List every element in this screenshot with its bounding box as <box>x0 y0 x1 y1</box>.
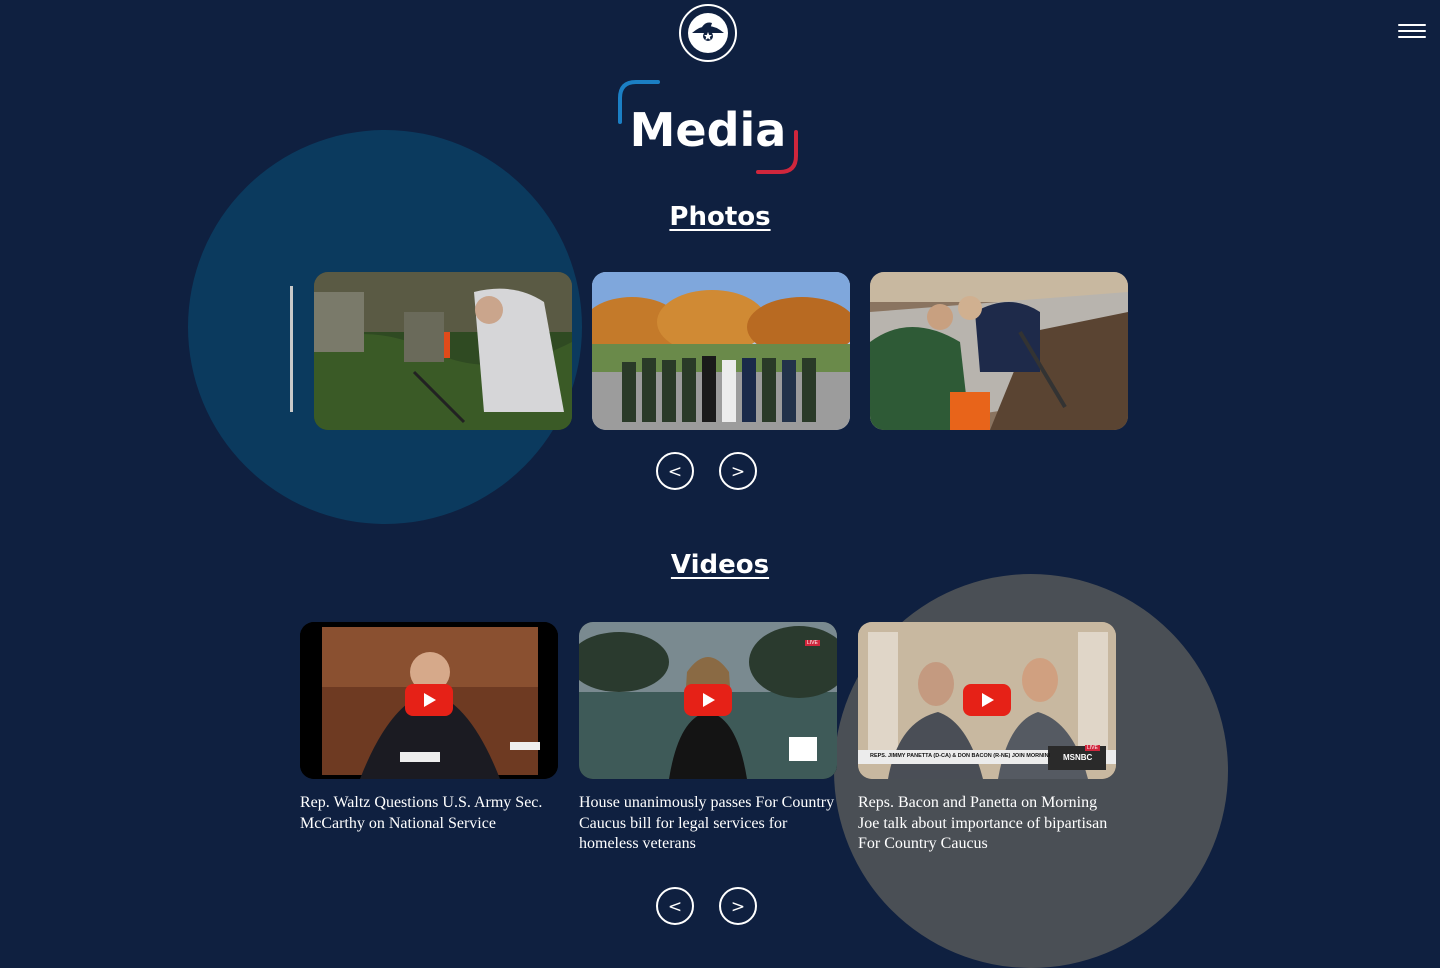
video-3-network: MSNBC <box>1063 753 1093 762</box>
video-3-thumbnail[interactable]: REPS. JIMMY PANETTA (D-CA) & DON BACON (… <box>858 622 1116 779</box>
photos-prev-button[interactable]: < <box>656 452 694 490</box>
photo-3[interactable] <box>870 272 1128 430</box>
photo-2[interactable] <box>592 272 850 430</box>
videos-prev-button[interactable]: < <box>656 887 694 925</box>
video-3-ticker: REPS. JIMMY PANETTA (D-CA) & DON BACON (… <box>870 753 1050 759</box>
play-icon[interactable] <box>684 684 732 716</box>
videos-heading[interactable]: Videos <box>0 550 1440 580</box>
photo-peek <box>290 286 293 412</box>
photo-1[interactable] <box>314 272 572 430</box>
photos-next-button[interactable]: > <box>719 452 757 490</box>
live-badge: LIVE <box>805 640 820 646</box>
hamburger-menu-icon[interactable] <box>1398 20 1426 42</box>
play-icon[interactable] <box>963 684 1011 716</box>
title-bracket-bottom-right <box>756 130 798 174</box>
play-icon[interactable] <box>405 684 453 716</box>
page-title-block: Media <box>612 78 804 178</box>
video-2-thumbnail[interactable]: LIVE <box>579 622 837 779</box>
live-badge: LIVE <box>1085 745 1100 751</box>
photos-heading[interactable]: Photos <box>0 202 1440 232</box>
video-1-thumbnail[interactable] <box>300 622 558 779</box>
videos-next-button[interactable]: > <box>719 887 757 925</box>
caucus-logo[interactable] <box>678 3 738 63</box>
video-3-caption[interactable]: Reps. Bacon and Panetta on Morning Joe t… <box>858 793 1118 855</box>
video-1-caption[interactable]: Rep. Waltz Questions U.S. Army Sec. McCa… <box>300 793 560 834</box>
video-2-caption[interactable]: House unanimously passes For Country Cau… <box>579 793 839 855</box>
